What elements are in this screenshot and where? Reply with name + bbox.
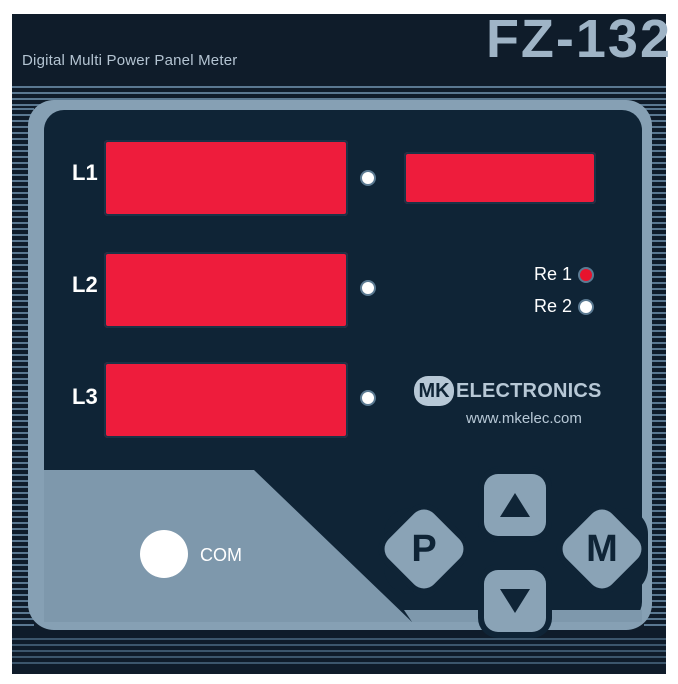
brand-logo: MK ELECTRONICS	[414, 376, 602, 406]
relay-1: Re 1	[534, 264, 595, 285]
mk-badge: MK	[414, 376, 454, 406]
indicator-led-l2	[360, 280, 376, 296]
brand-name: ELECTRONICS	[456, 379, 602, 402]
display-auxiliary	[404, 152, 596, 204]
row-label-l1: L1	[72, 160, 98, 185]
relay-2-label: Re 2	[534, 296, 573, 316]
row-label-l2: L2	[72, 272, 98, 297]
com-port[interactable]	[140, 530, 188, 578]
brand-url: www.mkelec.com	[466, 410, 582, 427]
p-key[interactable]: P	[392, 517, 456, 581]
row-label-l3: L3	[72, 384, 98, 409]
bottom-stripes	[12, 638, 666, 668]
indicator-led-l3	[360, 390, 376, 406]
up-key[interactable]	[484, 474, 546, 536]
indicator-led-l1	[360, 170, 376, 186]
model-number: FZ-132	[485, 9, 672, 69]
display-l1	[104, 140, 348, 216]
display-l2	[104, 252, 348, 328]
down-key[interactable]	[484, 570, 546, 632]
m-key-label: M	[586, 527, 618, 570]
relay-1-label: Re 1	[534, 264, 573, 284]
m-key[interactable]: M	[570, 517, 634, 581]
relay-2-led	[578, 298, 595, 315]
relay-2: Re 2	[534, 296, 595, 317]
relay-1-led	[578, 266, 595, 283]
display-l3	[104, 362, 348, 438]
device-subtitle: Digital Multi Power Panel Meter	[22, 52, 238, 69]
down-arrow-icon	[500, 589, 530, 613]
p-key-label: P	[411, 527, 437, 570]
up-arrow-icon	[500, 493, 530, 517]
com-label: COM	[200, 545, 242, 565]
